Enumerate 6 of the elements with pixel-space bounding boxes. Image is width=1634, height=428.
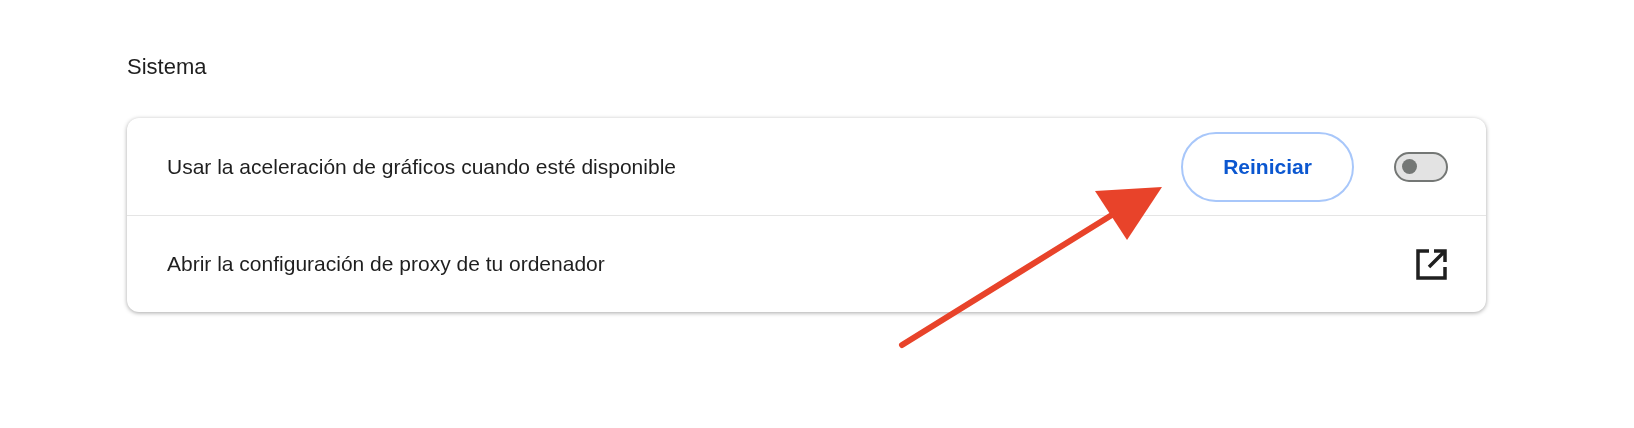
external-link-icon[interactable] [1415,247,1448,281]
restart-button[interactable]: Reiniciar [1181,131,1354,202]
toggle-switch[interactable] [1394,151,1448,182]
setting-label: Usar la aceleración de gráficos cuando esté disponible [167,153,677,180]
setting-label: Abrir la configuración de proxy de tu ordenador [167,251,606,278]
section-title: Sistema [127,53,207,81]
